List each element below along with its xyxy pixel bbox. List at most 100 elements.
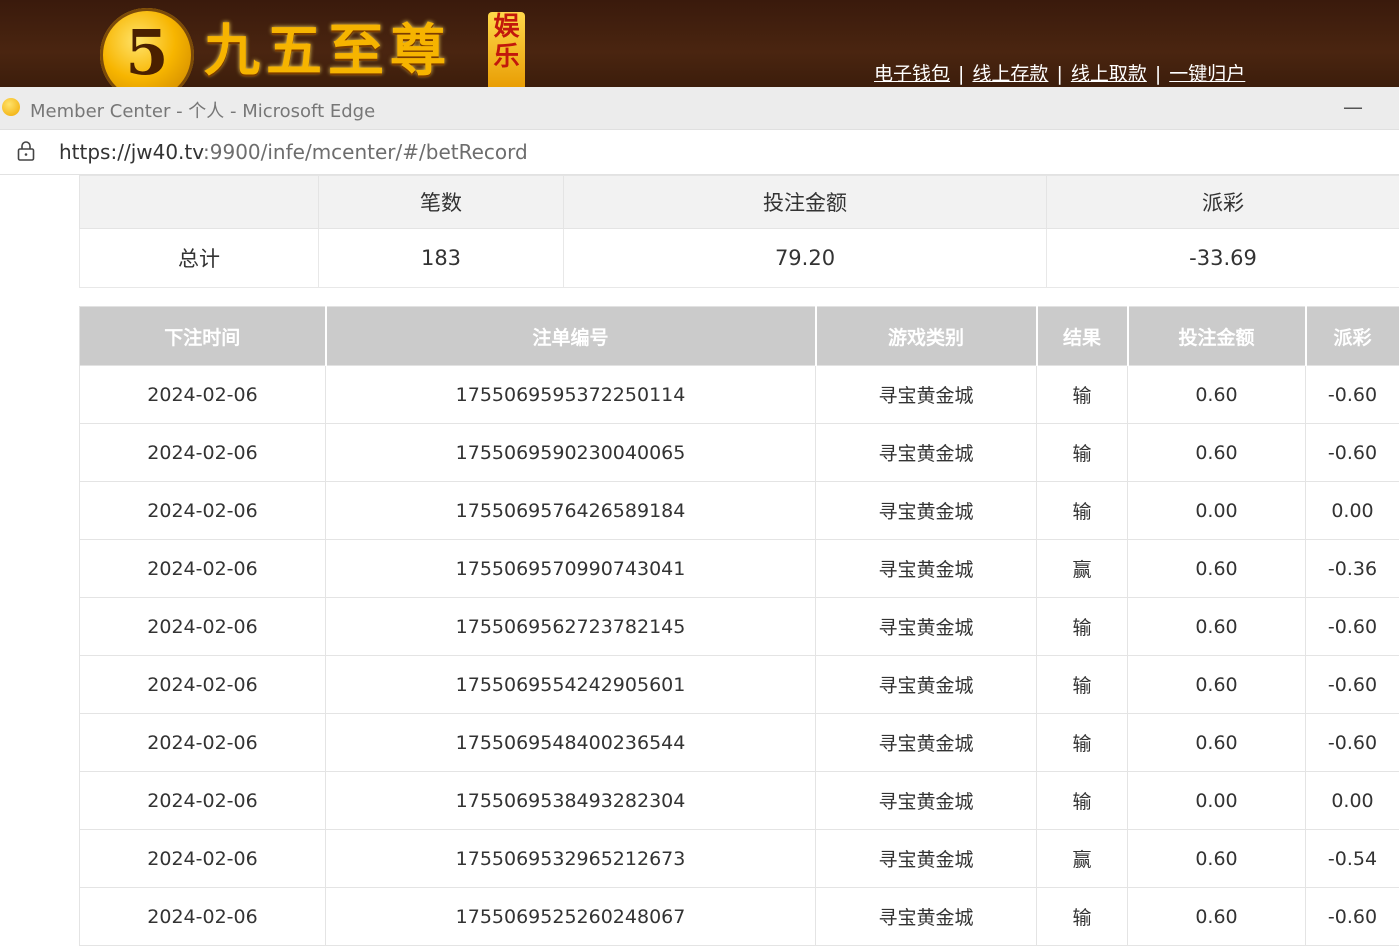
table-row[interactable]: 2024-02-061755069595372250114寻宝黄金城输0.60-… [80, 366, 1399, 424]
cell-result: 输 [1037, 598, 1128, 656]
url-host: https://jw40.tv [59, 140, 203, 164]
cell-game-type: 寻宝黄金城 [816, 656, 1037, 714]
column-header-bet-time[interactable]: 下注时间 [80, 307, 326, 366]
table-row[interactable]: 2024-02-061755069590230040065寻宝黄金城输0.60-… [80, 424, 1399, 482]
nav-separator: | [1056, 63, 1062, 85]
cell-bet-amount: 0.60 [1128, 656, 1306, 714]
minimize-button[interactable]: — [1343, 95, 1363, 119]
bet-records-table: 下注时间 注单编号 游戏类别 结果 投注金额 派彩 2024-02-061755… [79, 306, 1399, 946]
column-header-payout[interactable]: 派彩 [1306, 307, 1399, 366]
cell-game-type: 寻宝黄金城 [816, 830, 1037, 888]
cell-bet-id: 1755069576426589184 [326, 482, 816, 540]
cell-bet-time: 2024-02-06 [80, 714, 326, 772]
table-row[interactable]: 2024-02-061755069554242905601寻宝黄金城输0.60-… [80, 656, 1399, 714]
table-row[interactable]: 2024-02-061755069570990743041寻宝黄金城赢0.60-… [80, 540, 1399, 598]
cell-bet-id: 1755069532965212673 [326, 830, 816, 888]
cell-payout: -0.60 [1306, 714, 1399, 772]
summary-header-payout: 派彩 [1047, 176, 1399, 229]
cell-bet-time: 2024-02-06 [80, 424, 326, 482]
cell-result: 赢 [1037, 540, 1128, 598]
cell-bet-amount: 0.60 [1128, 888, 1306, 946]
cell-result: 输 [1037, 772, 1128, 830]
cell-bet-amount: 0.00 [1128, 772, 1306, 830]
address-bar[interactable]: https://jw40.tv:9900/infe/mcenter/#/betR… [0, 130, 1399, 175]
cell-result: 输 [1037, 482, 1128, 540]
site-favicon-icon [2, 98, 20, 116]
summary-total-payout: -33.69 [1047, 229, 1399, 288]
cell-payout: -0.54 [1306, 830, 1399, 888]
summary-header-blank [80, 176, 319, 229]
cell-bet-amount: 0.00 [1128, 482, 1306, 540]
cell-bet-id: 1755069595372250114 [326, 366, 816, 424]
summary-header-count: 笔数 [319, 176, 564, 229]
nav-one-click-transfer[interactable]: 一键归户 [1169, 63, 1245, 85]
cell-bet-time: 2024-02-06 [80, 598, 326, 656]
cell-payout: -0.36 [1306, 540, 1399, 598]
cell-result: 输 [1037, 656, 1128, 714]
cell-bet-amount: 0.60 [1128, 540, 1306, 598]
url-text[interactable]: https://jw40.tv:9900/infe/mcenter/#/betR… [59, 140, 528, 164]
lock-icon[interactable] [16, 140, 36, 162]
cell-payout: 0.00 [1306, 772, 1399, 830]
nav-e-wallet[interactable]: 电子钱包 [874, 63, 950, 85]
cell-bet-amount: 0.60 [1128, 714, 1306, 772]
logo-badge: 娱 乐 [488, 12, 525, 87]
cell-game-type: 寻宝黄金城 [816, 714, 1037, 772]
cell-bet-time: 2024-02-06 [80, 366, 326, 424]
table-row[interactable]: 2024-02-061755069532965212673寻宝黄金城赢0.60-… [80, 830, 1399, 888]
top-nav: 电子钱包 | 线上存款 | 线上取款 | 一键归户 [874, 60, 1245, 87]
records-body: 2024-02-061755069595372250114寻宝黄金城输0.60-… [80, 366, 1399, 946]
cell-payout: 0.00 [1306, 482, 1399, 540]
nav-separator: | [958, 63, 964, 85]
cell-game-type: 寻宝黄金城 [816, 482, 1037, 540]
summary-header-amount: 投注金额 [564, 176, 1047, 229]
nav-separator: | [1155, 63, 1161, 85]
logo-text[interactable]: 九五至尊 [204, 16, 452, 86]
cell-game-type: 寻宝黄金城 [816, 772, 1037, 830]
cell-payout: -0.60 [1306, 598, 1399, 656]
cell-bet-time: 2024-02-06 [80, 540, 326, 598]
cell-bet-time: 2024-02-06 [80, 656, 326, 714]
column-header-bet-amount[interactable]: 投注金额 [1128, 307, 1306, 366]
cell-bet-time: 2024-02-06 [80, 482, 326, 540]
table-row[interactable]: 2024-02-061755069576426589184寻宝黄金城输0.000… [80, 482, 1399, 540]
bet-record-content: 笔数 投注金额 派彩 总计 183 79.20 -33.69 下注时间 注单编号… [79, 175, 1399, 946]
cell-result: 输 [1037, 366, 1128, 424]
cell-payout: -0.60 [1306, 888, 1399, 946]
cell-bet-id: 1755069562723782145 [326, 598, 816, 656]
column-header-result[interactable]: 结果 [1037, 307, 1128, 366]
cell-bet-id: 1755069570990743041 [326, 540, 816, 598]
cell-bet-id: 1755069538493282304 [326, 772, 816, 830]
logo-icon[interactable]: 5 [100, 8, 194, 87]
table-row[interactable]: 2024-02-061755069525260248067寻宝黄金城输0.60-… [80, 888, 1399, 946]
cell-game-type: 寻宝黄金城 [816, 366, 1037, 424]
cell-bet-amount: 0.60 [1128, 830, 1306, 888]
cell-payout: -0.60 [1306, 424, 1399, 482]
cell-game-type: 寻宝黄金城 [816, 888, 1037, 946]
column-header-game-type[interactable]: 游戏类别 [816, 307, 1037, 366]
cell-bet-id: 1755069554242905601 [326, 656, 816, 714]
cell-bet-amount: 0.60 [1128, 366, 1306, 424]
url-path: :9900/infe/mcenter/#/betRecord [203, 140, 528, 164]
table-row[interactable]: 2024-02-061755069562723782145寻宝黄金城输0.60-… [80, 598, 1399, 656]
cell-bet-amount: 0.60 [1128, 598, 1306, 656]
cell-bet-time: 2024-02-06 [80, 772, 326, 830]
table-row[interactable]: 2024-02-061755069538493282304寻宝黄金城输0.000… [80, 772, 1399, 830]
column-header-bet-id[interactable]: 注单编号 [326, 307, 816, 366]
cell-game-type: 寻宝黄金城 [816, 540, 1037, 598]
cell-game-type: 寻宝黄金城 [816, 598, 1037, 656]
cell-bet-time: 2024-02-06 [80, 888, 326, 946]
nav-online-withdraw[interactable]: 线上取款 [1071, 63, 1147, 85]
cell-payout: -0.60 [1306, 656, 1399, 714]
site-header: 5 九五至尊 娱 乐 电子钱包 | 线上存款 | 线上取款 | 一键归户 [0, 0, 1399, 87]
nav-online-deposit[interactable]: 线上存款 [972, 63, 1048, 85]
cell-game-type: 寻宝黄金城 [816, 424, 1037, 482]
cell-bet-amount: 0.60 [1128, 424, 1306, 482]
cell-bet-id: 1755069548400236544 [326, 714, 816, 772]
cell-bet-time: 2024-02-06 [80, 830, 326, 888]
cell-payout: -0.60 [1306, 366, 1399, 424]
table-row[interactable]: 2024-02-061755069548400236544寻宝黄金城输0.60-… [80, 714, 1399, 772]
summary-total-amount: 79.20 [564, 229, 1047, 288]
cell-result: 输 [1037, 714, 1128, 772]
summary-total-label: 总计 [80, 229, 319, 288]
